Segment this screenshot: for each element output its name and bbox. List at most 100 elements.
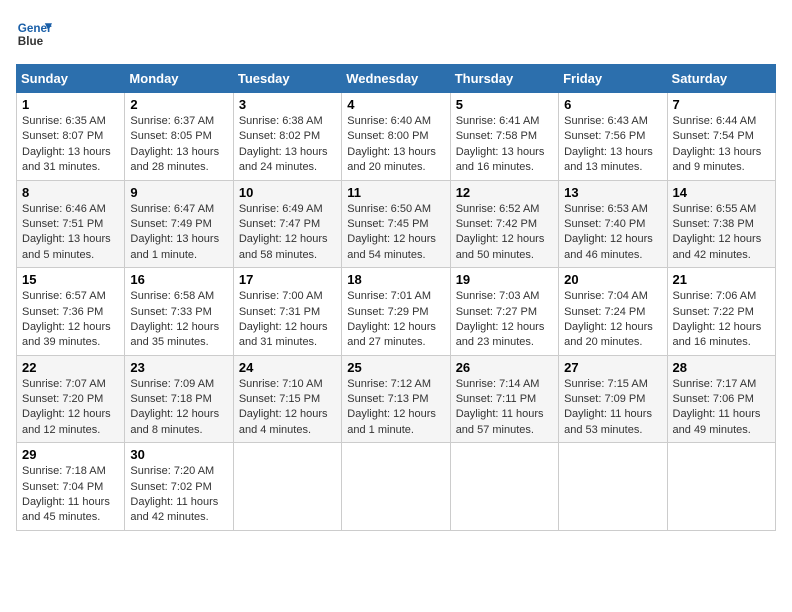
daylight-label: Daylight: 11 hours and 57 minutes.: [456, 408, 544, 435]
sunset-text: Sunset: 7:11 PM: [456, 393, 537, 405]
sunrise-text: Sunrise: 6:46 AM: [22, 203, 106, 215]
daylight-label: Daylight: 13 hours and 20 minutes.: [347, 146, 436, 173]
day-number: 22: [22, 360, 119, 375]
sunrise-text: Sunrise: 7:06 AM: [673, 290, 757, 302]
day-number: 2: [130, 97, 227, 112]
sunrise-text: Sunrise: 7:14 AM: [456, 378, 540, 390]
day-info: Sunrise: 6:43 AM Sunset: 7:56 PM Dayligh…: [564, 114, 661, 176]
sunset-text: Sunset: 7:31 PM: [239, 306, 320, 318]
sunset-text: Sunset: 7:33 PM: [130, 306, 211, 318]
calendar-day-cell: 15 Sunrise: 6:57 AM Sunset: 7:36 PM Dayl…: [17, 268, 125, 356]
sunrise-text: Sunrise: 7:15 AM: [564, 378, 648, 390]
daylight-label: Daylight: 12 hours and 12 minutes.: [22, 408, 111, 435]
calendar-header-row: SundayMondayTuesdayWednesdayThursdayFrid…: [17, 65, 776, 93]
sunrise-text: Sunrise: 6:52 AM: [456, 203, 540, 215]
daylight-label: Daylight: 13 hours and 9 minutes.: [673, 146, 762, 173]
sunrise-text: Sunrise: 6:49 AM: [239, 203, 323, 215]
sunrise-text: Sunrise: 6:53 AM: [564, 203, 648, 215]
day-number: 26: [456, 360, 553, 375]
daylight-label: Daylight: 12 hours and 39 minutes.: [22, 321, 111, 348]
weekday-header: Thursday: [450, 65, 558, 93]
sunrise-text: Sunrise: 7:09 AM: [130, 378, 214, 390]
daylight-label: Daylight: 11 hours and 45 minutes.: [22, 496, 110, 523]
sunrise-text: Sunrise: 6:35 AM: [22, 115, 106, 127]
day-info: Sunrise: 6:57 AM Sunset: 7:36 PM Dayligh…: [22, 289, 119, 351]
day-info: Sunrise: 7:09 AM Sunset: 7:18 PM Dayligh…: [130, 377, 227, 439]
calendar-day-cell: 27 Sunrise: 7:15 AM Sunset: 7:09 PM Dayl…: [559, 355, 667, 443]
day-number: 17: [239, 272, 336, 287]
sunrise-text: Sunrise: 7:00 AM: [239, 290, 323, 302]
daylight-label: Daylight: 13 hours and 5 minutes.: [22, 233, 111, 260]
weekday-header: Tuesday: [233, 65, 341, 93]
sunset-text: Sunset: 7:45 PM: [347, 218, 428, 230]
day-number: 19: [456, 272, 553, 287]
day-number: 25: [347, 360, 444, 375]
day-info: Sunrise: 7:12 AM Sunset: 7:13 PM Dayligh…: [347, 377, 444, 439]
day-number: 8: [22, 185, 119, 200]
sunrise-text: Sunrise: 7:10 AM: [239, 378, 323, 390]
day-number: 15: [22, 272, 119, 287]
sunset-text: Sunset: 7:27 PM: [456, 306, 537, 318]
calendar-day-cell: 7 Sunrise: 6:44 AM Sunset: 7:54 PM Dayli…: [667, 93, 775, 181]
daylight-label: Daylight: 13 hours and 24 minutes.: [239, 146, 328, 173]
day-info: Sunrise: 6:49 AM Sunset: 7:47 PM Dayligh…: [239, 202, 336, 264]
calendar-day-cell: 10 Sunrise: 6:49 AM Sunset: 7:47 PM Dayl…: [233, 180, 341, 268]
calendar-week-row: 1 Sunrise: 6:35 AM Sunset: 8:07 PM Dayli…: [17, 93, 776, 181]
day-info: Sunrise: 6:47 AM Sunset: 7:49 PM Dayligh…: [130, 202, 227, 264]
sunrise-text: Sunrise: 7:20 AM: [130, 465, 214, 477]
calendar-week-row: 22 Sunrise: 7:07 AM Sunset: 7:20 PM Dayl…: [17, 355, 776, 443]
day-info: Sunrise: 7:06 AM Sunset: 7:22 PM Dayligh…: [673, 289, 770, 351]
calendar-day-cell: 29 Sunrise: 7:18 AM Sunset: 7:04 PM Dayl…: [17, 443, 125, 531]
calendar-day-cell: 6 Sunrise: 6:43 AM Sunset: 7:56 PM Dayli…: [559, 93, 667, 181]
daylight-label: Daylight: 12 hours and 31 minutes.: [239, 321, 328, 348]
daylight-label: Daylight: 12 hours and 35 minutes.: [130, 321, 219, 348]
weekday-header: Saturday: [667, 65, 775, 93]
sunrise-text: Sunrise: 6:50 AM: [347, 203, 431, 215]
calendar-week-row: 15 Sunrise: 6:57 AM Sunset: 7:36 PM Dayl…: [17, 268, 776, 356]
calendar-day-cell: 16 Sunrise: 6:58 AM Sunset: 7:33 PM Dayl…: [125, 268, 233, 356]
sunset-text: Sunset: 8:02 PM: [239, 130, 320, 142]
calendar-day-cell: 19 Sunrise: 7:03 AM Sunset: 7:27 PM Dayl…: [450, 268, 558, 356]
calendar-day-cell: [342, 443, 450, 531]
calendar-day-cell: 2 Sunrise: 6:37 AM Sunset: 8:05 PM Dayli…: [125, 93, 233, 181]
day-info: Sunrise: 7:07 AM Sunset: 7:20 PM Dayligh…: [22, 377, 119, 439]
sunset-text: Sunset: 7:02 PM: [130, 481, 211, 493]
sunrise-text: Sunrise: 7:12 AM: [347, 378, 431, 390]
calendar-day-cell: 4 Sunrise: 6:40 AM Sunset: 8:00 PM Dayli…: [342, 93, 450, 181]
day-info: Sunrise: 6:44 AM Sunset: 7:54 PM Dayligh…: [673, 114, 770, 176]
sunset-text: Sunset: 7:42 PM: [456, 218, 537, 230]
day-info: Sunrise: 6:40 AM Sunset: 8:00 PM Dayligh…: [347, 114, 444, 176]
calendar-day-cell: 13 Sunrise: 6:53 AM Sunset: 7:40 PM Dayl…: [559, 180, 667, 268]
day-info: Sunrise: 6:46 AM Sunset: 7:51 PM Dayligh…: [22, 202, 119, 264]
daylight-label: Daylight: 12 hours and 46 minutes.: [564, 233, 653, 260]
day-info: Sunrise: 6:53 AM Sunset: 7:40 PM Dayligh…: [564, 202, 661, 264]
weekday-header: Wednesday: [342, 65, 450, 93]
calendar-day-cell: 9 Sunrise: 6:47 AM Sunset: 7:49 PM Dayli…: [125, 180, 233, 268]
day-number: 28: [673, 360, 770, 375]
sunset-text: Sunset: 7:06 PM: [673, 393, 754, 405]
daylight-label: Daylight: 11 hours and 49 minutes.: [673, 408, 761, 435]
sunrise-text: Sunrise: 6:44 AM: [673, 115, 757, 127]
calendar-day-cell: 17 Sunrise: 7:00 AM Sunset: 7:31 PM Dayl…: [233, 268, 341, 356]
day-number: 16: [130, 272, 227, 287]
day-number: 6: [564, 97, 661, 112]
day-number: 14: [673, 185, 770, 200]
sunrise-text: Sunrise: 6:38 AM: [239, 115, 323, 127]
sunrise-text: Sunrise: 7:01 AM: [347, 290, 431, 302]
day-number: 20: [564, 272, 661, 287]
daylight-label: Daylight: 12 hours and 50 minutes.: [456, 233, 545, 260]
day-info: Sunrise: 6:55 AM Sunset: 7:38 PM Dayligh…: [673, 202, 770, 264]
day-number: 18: [347, 272, 444, 287]
day-number: 1: [22, 97, 119, 112]
sunrise-text: Sunrise: 6:43 AM: [564, 115, 648, 127]
day-number: 21: [673, 272, 770, 287]
sunset-text: Sunset: 8:07 PM: [22, 130, 103, 142]
calendar-day-cell: 25 Sunrise: 7:12 AM Sunset: 7:13 PM Dayl…: [342, 355, 450, 443]
daylight-label: Daylight: 12 hours and 16 minutes.: [673, 321, 762, 348]
calendar-day-cell: 20 Sunrise: 7:04 AM Sunset: 7:24 PM Dayl…: [559, 268, 667, 356]
calendar-day-cell: 28 Sunrise: 7:17 AM Sunset: 7:06 PM Dayl…: [667, 355, 775, 443]
day-info: Sunrise: 7:00 AM Sunset: 7:31 PM Dayligh…: [239, 289, 336, 351]
day-number: 24: [239, 360, 336, 375]
calendar-table: SundayMondayTuesdayWednesdayThursdayFrid…: [16, 64, 776, 531]
sunset-text: Sunset: 7:13 PM: [347, 393, 428, 405]
